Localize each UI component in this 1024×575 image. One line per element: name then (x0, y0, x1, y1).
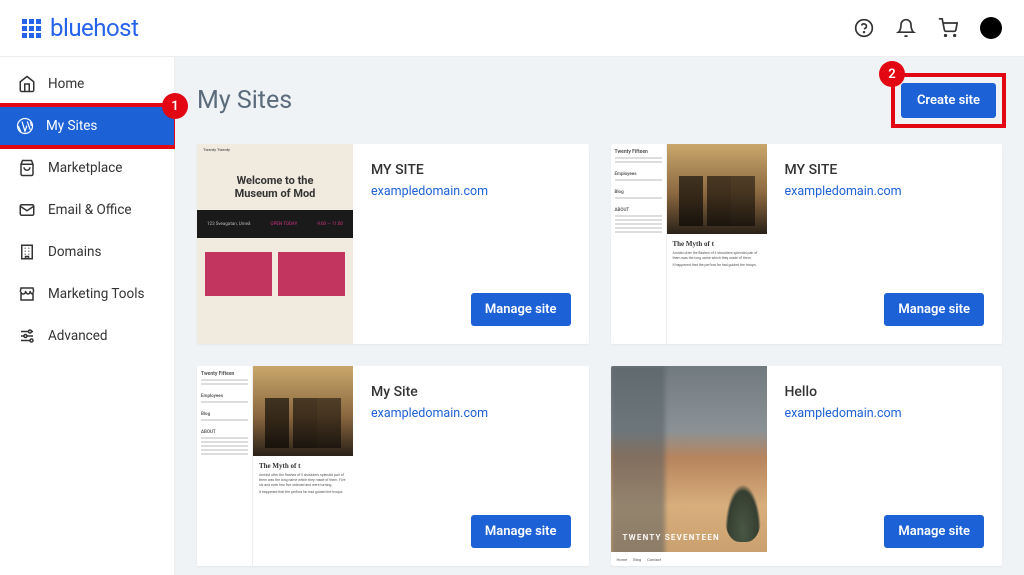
home-icon (18, 75, 36, 93)
site-card: TWENTY SEVENTEEN HomeBlogContact Hello e… (611, 366, 1003, 566)
sidebar: Home My Sites 1 Marketplace Email & Offi… (0, 57, 175, 575)
manage-site-button[interactable]: Manage site (471, 515, 571, 548)
sidebar-item-marketplace[interactable]: Marketplace (0, 147, 174, 189)
site-domain-link[interactable]: exampledomain.com (371, 406, 571, 421)
site-thumbnail: TWENTY SEVENTEEN HomeBlogContact (611, 366, 767, 566)
cart-icon[interactable] (938, 18, 958, 38)
site-domain-link[interactable]: exampledomain.com (785, 184, 985, 199)
bell-icon[interactable] (896, 18, 916, 38)
site-card: Twenty Fifteen Employees Blog ABOUT The … (611, 144, 1003, 344)
site-name: Hello (785, 384, 985, 400)
sidebar-item-email-office[interactable]: Email & Office (0, 189, 174, 231)
site-card: Twenty Twenty Welcome to theMuseum of Mo… (197, 144, 589, 344)
nav-label: Marketing Tools (48, 286, 144, 302)
site-card: Twenty Fifteen Employees Blog ABOUT The … (197, 366, 589, 566)
nav-label: Marketplace (48, 160, 122, 176)
manage-site-button[interactable]: Manage site (884, 293, 984, 326)
page-title: My Sites (197, 86, 292, 115)
wordpress-icon (16, 117, 34, 135)
sidebar-item-advanced[interactable]: Advanced (0, 315, 174, 357)
nav-label: Email & Office (48, 202, 132, 218)
site-thumbnail: Twenty Fifteen Employees Blog ABOUT The … (197, 366, 353, 566)
manage-site-button[interactable]: Manage site (884, 515, 984, 548)
site-thumbnail: Twenty Fifteen Employees Blog ABOUT The … (611, 144, 767, 344)
main-header: My Sites 2 Create site (197, 77, 1002, 124)
help-icon[interactable] (854, 18, 874, 38)
mail-icon (18, 201, 36, 219)
annotation-badge-2: 2 (879, 61, 905, 87)
manage-site-button[interactable]: Manage site (471, 293, 571, 326)
create-site-highlight: 2 Create site (895, 77, 1002, 124)
nav-label: Advanced (48, 328, 108, 344)
sidebar-item-home[interactable]: Home (0, 63, 174, 105)
bag-icon (18, 159, 36, 177)
brand-name: bluehost (50, 14, 138, 42)
avatar[interactable] (980, 17, 1002, 39)
site-name: MY SITE (785, 162, 985, 178)
sliders-icon (18, 327, 36, 345)
topbar: bluehost (0, 0, 1024, 57)
annotation-badge-1: 1 (162, 93, 188, 119)
site-thumbnail: Twenty Twenty Welcome to theMuseum of Mo… (197, 144, 353, 344)
brand-grid-icon (22, 19, 41, 38)
nav-label: Domains (48, 244, 101, 260)
sidebar-item-marketing-tools[interactable]: Marketing Tools (0, 273, 174, 315)
site-domain-link[interactable]: exampledomain.com (371, 184, 571, 199)
create-site-button[interactable]: Create site (901, 83, 996, 118)
sites-grid: Twenty Twenty Welcome to theMuseum of Mo… (197, 144, 1002, 566)
sidebar-item-my-sites[interactable]: My Sites 1 (0, 105, 176, 147)
main: My Sites 2 Create site Twenty Twenty Wel… (175, 57, 1024, 575)
site-domain-link[interactable]: exampledomain.com (785, 406, 985, 421)
brand[interactable]: bluehost (22, 14, 138, 42)
nav-label: Home (48, 76, 84, 92)
nav-label: My Sites (46, 118, 97, 134)
sidebar-item-domains[interactable]: Domains (0, 231, 174, 273)
topbar-actions (854, 17, 1002, 39)
store-icon (18, 285, 36, 303)
site-name: My Site (371, 384, 571, 400)
building-icon (18, 243, 36, 261)
site-name: MY SITE (371, 162, 571, 178)
